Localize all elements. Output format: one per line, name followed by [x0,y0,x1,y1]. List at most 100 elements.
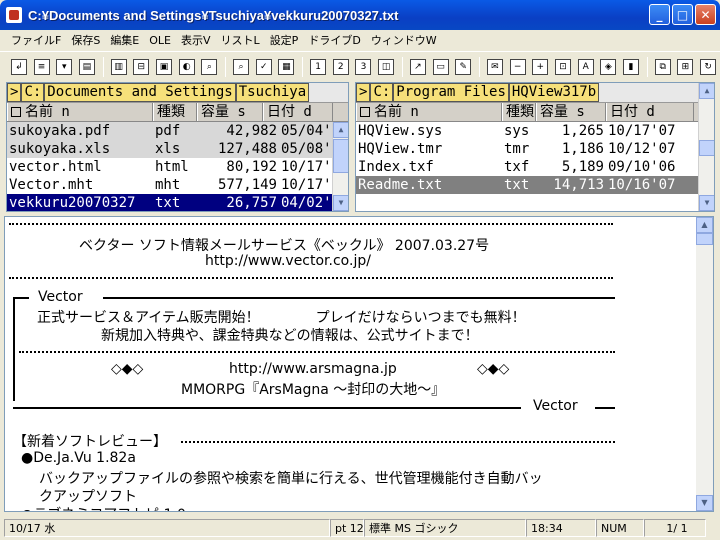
image-icon-glyph: ▣ [155,58,172,75]
menu-save[interactable]: 保存S [66,32,105,48]
color-icon[interactable]: ◈ [598,56,620,78]
maximize-button[interactable]: □ [672,4,693,25]
scroll-up-icon[interactable]: ▲ [699,83,714,99]
window2-icon[interactable]: ▥ [108,56,130,78]
search2-icon[interactable]: ⌕ [230,56,252,78]
right-file-list: HQView.sys sys 1,265 10/17'07 HQView.tmr tmr 1… [356,122,714,194]
tab2-icon[interactable]: 2 [330,56,352,78]
file-row[interactable]: Readme.txt txt 14,713 10/16'07 [356,176,714,194]
box-footer: Vector [533,398,578,414]
left-file-pane[interactable]: > C: Documents and Settings Tsuchiya 名前 … [6,82,349,212]
close-button[interactable]: ✕ [695,4,716,25]
path-folder[interactable]: Tsuchiya [235,83,310,102]
file-row[interactable]: sukoyaka.xls xls 127,48805/08'0 [7,140,348,158]
zoom-icon-glyph: ⊡ [554,58,571,75]
tab1-icon[interactable]: 1 [307,56,329,78]
search-icon[interactable]: ⌕ [199,56,221,78]
file-row[interactable]: vekkuru20070327 txt 26,75704/02'0 [7,194,348,211]
scroll-down-icon[interactable]: ▼ [333,195,348,211]
window-copy-icon[interactable]: ⧉ [652,56,674,78]
col-type[interactable]: 種類 [502,103,536,121]
right-scrollbar[interactable]: ▲ ▼ [698,83,714,211]
menu-drive[interactable]: ドライブD [303,32,365,48]
path-folder[interactable]: Program Files [393,83,509,102]
scroll-up-icon[interactable]: ▲ [333,122,348,138]
refresh-icon[interactable]: ↻ [697,56,719,78]
clear-icon[interactable]: ⊟ [130,56,152,78]
file-row[interactable]: vector.html html 80,19210/17'0 [7,158,348,176]
save-icon[interactable]: ▦ [276,56,298,78]
file-row[interactable]: HQView.sys sys 1,265 10/17'07 [356,122,714,140]
file-size: 80,192 [226,159,277,175]
scroll-up-icon[interactable]: ▲ [696,217,713,233]
find-icon-glyph: ↗ [409,58,426,75]
dotted-divider [19,351,615,353]
file-row[interactable]: Vector.mht mht 577,14910/17'0 [7,176,348,194]
disk-icon[interactable]: ▭ [430,56,452,78]
find-icon[interactable]: ↗ [407,56,429,78]
left-scrollbar[interactable]: ▲ ▼ [332,122,348,211]
scroll-thumb[interactable] [333,139,348,173]
menu-edit[interactable]: 編集E [105,32,144,48]
bookmark-icon-glyph: ▮ [623,58,640,75]
col-size[interactable]: 容量 s [197,103,263,121]
check-icon[interactable]: ✓ [253,56,275,78]
file-name: HQView.sys [358,123,443,139]
mail-icon[interactable]: ✉ [484,56,506,78]
font-icon[interactable]: A [575,56,597,78]
path-drive[interactable]: C: [21,83,45,102]
view-icon[interactable]: ◫ [375,56,397,78]
box-border [595,407,615,409]
path-folder[interactable]: HQView317b [508,83,600,102]
file-row[interactable]: HQView.tmr tmr 1,186 10/12'07 [356,140,714,158]
zoom-icon[interactable]: ⊡ [552,56,574,78]
tab3-icon[interactable]: 3 [353,56,375,78]
col-name[interactable]: 名前 n [356,103,502,121]
text-viewer[interactable]: ベクター ソフト情報メールサービス《ベックル》 2007.03.27号 http… [4,216,714,512]
scroll-down-icon[interactable]: ▼ [699,195,714,211]
toolbar-separator [302,56,304,77]
menu-ole[interactable]: OLE [144,34,176,47]
minus-icon[interactable]: − [507,56,529,78]
plus-icon-glyph: + [532,58,549,75]
col-date[interactable]: 日付 d [606,103,694,121]
lock-icon[interactable]: ⊞ [675,56,697,78]
scroll-thumb[interactable] [699,140,714,156]
scroll-thumb[interactable] [696,233,713,245]
box-line: 新規加入特典や、課金特典などの情報は、公式サイトまで！ [101,328,479,344]
mail-icon-glyph: ✉ [486,58,503,75]
window-icon[interactable]: ▤ [76,56,98,78]
image-icon[interactable]: ▣ [153,56,175,78]
path-up[interactable]: > [7,83,22,102]
menu-list[interactable]: リストL [216,32,265,48]
file-row[interactable]: sukoyaka.pdf pdf 42,98205/04'0 [7,122,348,140]
tool-icon[interactable]: ✎ [452,56,474,78]
file-row[interactable]: Index.txf txf 5,189 09/10'06 [356,158,714,176]
col-name[interactable]: 名前 n [7,103,153,121]
menu-window[interactable]: ウィンドウW [366,32,442,48]
menu-view[interactable]: 表示V [176,32,216,48]
open-file-icon[interactable]: ↲ [8,56,30,78]
file-type: txf [504,159,530,175]
toolbar-separator [225,56,227,77]
globe-icon[interactable]: ◐ [176,56,198,78]
path-drive[interactable]: C: [370,83,394,102]
path-up[interactable]: > [356,83,371,102]
col-type[interactable]: 種類 [153,103,197,121]
app-icon[interactable] [6,7,22,23]
col-size[interactable]: 容量 s [536,103,606,121]
bookmark-icon[interactable]: ▮ [620,56,642,78]
sort-icon[interactable]: ▾ [53,56,75,78]
menu-file[interactable]: ファイルF [6,32,66,48]
right-file-pane[interactable]: > C: Program Files HQView317b 名前 n 種類 容量… [355,82,715,212]
scroll-down-icon[interactable]: ▼ [696,495,713,511]
save-icon-glyph: ▦ [278,58,295,75]
menu-settings[interactable]: 設定P [265,32,304,48]
plus-icon[interactable]: + [529,56,551,78]
minimize-button[interactable]: _ [649,4,670,25]
dotted-divider [9,277,613,279]
list-icon[interactable]: ≡ [31,56,53,78]
path-folder[interactable]: Documents and Settings [44,83,236,102]
col-date[interactable]: 日付 d [263,103,333,121]
viewer-scrollbar[interactable]: ▲ ▼ [696,217,713,511]
